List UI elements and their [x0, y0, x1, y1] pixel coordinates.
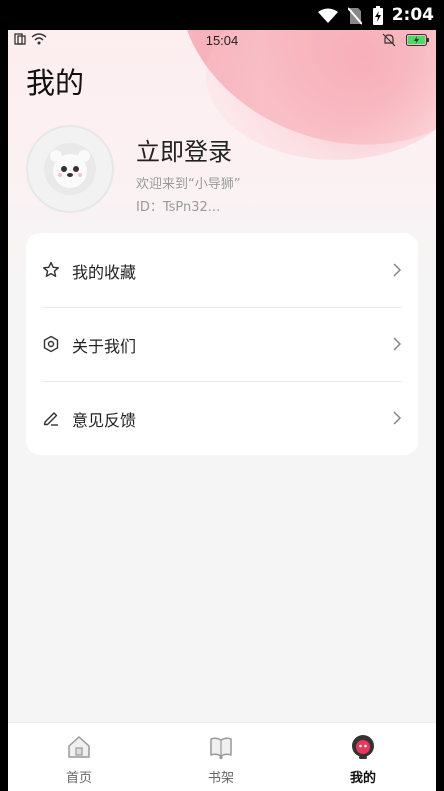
tab-label: 我的 — [349, 771, 376, 786]
menu-item-label: 我的收藏 — [72, 263, 137, 282]
menu-item-label: 意见反馈 — [72, 411, 137, 430]
user-id: ID：TsPn32... — [136, 200, 221, 215]
menu-card: 我的收藏 关于我们 意见反馈 — [26, 233, 418, 455]
tab-mine[interactable]: 我的 — [292, 723, 434, 791]
app-status-bar: 15:04 — [8, 30, 436, 52]
hexagon-icon — [43, 335, 59, 353]
bell-muted-icon — [382, 33, 396, 47]
pencil-icon — [43, 412, 58, 426]
app-clock: 15:04 — [205, 33, 239, 48]
page-title: 我的 — [26, 66, 85, 100]
tab-home[interactable]: 首页 — [8, 723, 150, 791]
login-button[interactable]: 立即登录 — [136, 132, 232, 167]
system-status-bar: 2:04 — [0, 0, 444, 30]
avatar[interactable] — [26, 125, 114, 213]
star-icon — [43, 261, 59, 277]
battery-charging-icon — [373, 6, 383, 25]
menu-item-feedback[interactable]: 意见反馈 — [26, 381, 418, 455]
wifi-icon — [318, 8, 338, 23]
mascot-avatar-icon — [44, 143, 96, 195]
battery-icon — [406, 34, 429, 46]
system-clock: 2:04 — [391, 5, 434, 25]
tab-label: 首页 — [65, 771, 92, 786]
bottom-tab-bar: 首页 书架 我的 — [8, 722, 436, 791]
chevron-right-icon — [393, 411, 402, 425]
system-status-icons — [318, 6, 384, 26]
mascot-icon — [352, 735, 374, 759]
menu-item-favorites[interactable]: 我的收藏 — [26, 233, 418, 307]
no-sim-icon — [348, 7, 362, 25]
menu-item-label: 关于我们 — [72, 337, 137, 356]
chevron-right-icon — [393, 263, 402, 277]
welcome-text: 欢迎来到“小导狮” — [136, 177, 241, 192]
chevron-right-icon — [393, 337, 402, 351]
home-icon — [68, 736, 90, 758]
app-screen: 15:04 我的 立即登录 欢迎来到“小导狮” ID：TsPn32... 我的收… — [8, 30, 436, 791]
tab-label: 书架 — [207, 771, 234, 786]
tab-bookshelf[interactable]: 书架 — [150, 723, 292, 791]
book-icon — [210, 737, 232, 760]
menu-item-about[interactable]: 关于我们 — [26, 307, 418, 381]
